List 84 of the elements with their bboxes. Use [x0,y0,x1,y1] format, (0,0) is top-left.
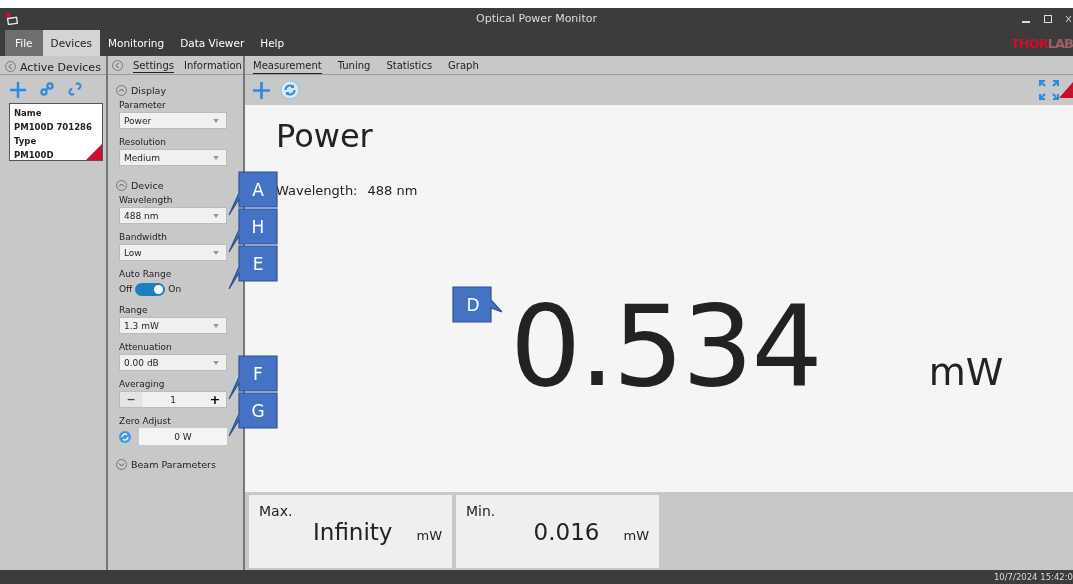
dropdown-caret-icon [213,250,219,255]
menu-item[interactable]: File [5,30,43,56]
device-type: PM100D [14,149,54,162]
maximize-icon[interactable] [1044,15,1052,23]
menu-item[interactable]: Help [252,30,293,56]
collapse-icon[interactable] [116,85,127,96]
refresh-icon[interactable] [280,80,300,100]
section-title[interactable]: Beam Parameters [131,459,216,470]
tab[interactable]: Statistics [386,60,433,74]
field-label: Auto Range [119,269,173,279]
device-card[interactable]: Name PM100D 701286 Type PM100D [9,103,103,161]
dropdown-caret-icon [213,155,219,160]
collapse-icon[interactable] [116,180,127,191]
field-label: Averaging [119,379,166,389]
status-timestamp: 10/7/2024 15:42:0 [993,572,1073,582]
dropdown[interactable]: Low [119,244,227,261]
callout-label: H [228,208,278,253]
dropdown[interactable]: 0.00 dB [119,354,227,371]
link-icon[interactable] [40,82,54,96]
panel-title: Active Devices [20,61,101,74]
field-label: Wavelength [119,195,174,205]
device-name: PM100D 701286 [14,121,92,134]
tab[interactable]: Graph [448,60,479,74]
toggle-switch[interactable] [135,282,166,296]
wavelength-value: 488 nm [367,183,418,198]
section-title[interactable]: Device [131,180,164,191]
section-title[interactable]: Display [131,85,167,96]
field-label: Bandwidth [119,232,168,242]
corner-marker-icon [86,144,102,160]
field-label: Range [119,305,149,315]
statistic-unit: mW [416,528,442,543]
window-title: Optical Power Monitor [476,11,597,27]
dropdown[interactable]: 488 nm [119,207,227,224]
dropdown-caret-icon [213,360,219,365]
measurement-title: Power [276,117,374,155]
menu-item[interactable]: Data Viewer [172,30,253,56]
unlink-icon[interactable] [68,82,82,96]
statistic-value: 0.016 [533,519,600,545]
refresh-icon[interactable] [119,430,131,443]
statistic-label: Min. [466,503,496,519]
decrement-button[interactable]: − [120,392,142,407]
tab[interactable]: Measurement [253,60,322,74]
dropdown-caret-icon [213,118,219,123]
field-label: Attenuation [119,342,173,352]
add-icon[interactable] [253,81,270,99]
menu-item[interactable]: Monitoring [99,30,173,56]
tab[interactable]: Tuning [337,60,371,74]
callout-label: A [228,171,278,216]
callout-label: G [228,392,278,437]
statistic-value: Infinity [313,519,393,545]
dropdown-caret-icon [213,213,219,218]
corner-marker-icon [1059,82,1073,98]
increment-button[interactable]: + [204,392,226,407]
tab[interactable]: Information [184,60,242,72]
logo: THORLAB [1010,34,1073,53]
callout-label: D [452,286,502,323]
statistic-unit: mW [623,528,649,543]
zero-value-field[interactable]: 0 W [139,428,227,445]
collapse-panel-icon[interactable] [5,61,16,72]
tab[interactable]: Settings [133,60,174,73]
fullscreen-icon[interactable] [1039,80,1059,100]
app-icon [6,13,18,25]
dropdown[interactable]: Medium [119,149,227,166]
field-label: Resolution [119,137,168,147]
dropdown[interactable]: 1.3 mW [119,317,227,334]
power-unit: mW [928,350,1004,394]
callout-label: E [228,245,278,290]
field-label: Parameter [119,100,167,110]
expand-icon[interactable] [116,459,127,470]
toggle-off-label: Off [119,284,133,294]
menu-item[interactable]: Devices [42,30,100,56]
add-icon[interactable] [10,82,26,98]
field-label: Zero Adjust [119,416,172,426]
collapse-panel-icon[interactable] [112,60,123,71]
callout-label: F [228,355,278,400]
toggle-on-label: On [168,284,182,294]
statistic-label: Max. [259,503,293,519]
device-field-label: Type [14,135,37,148]
close-icon[interactable] [1066,15,1071,23]
power-reading: 0.534 [510,281,821,411]
device-field-label: Name [14,107,42,120]
dropdown-caret-icon [213,323,219,328]
dropdown[interactable]: Power [119,112,227,129]
averaging-value: 1 [169,394,177,405]
